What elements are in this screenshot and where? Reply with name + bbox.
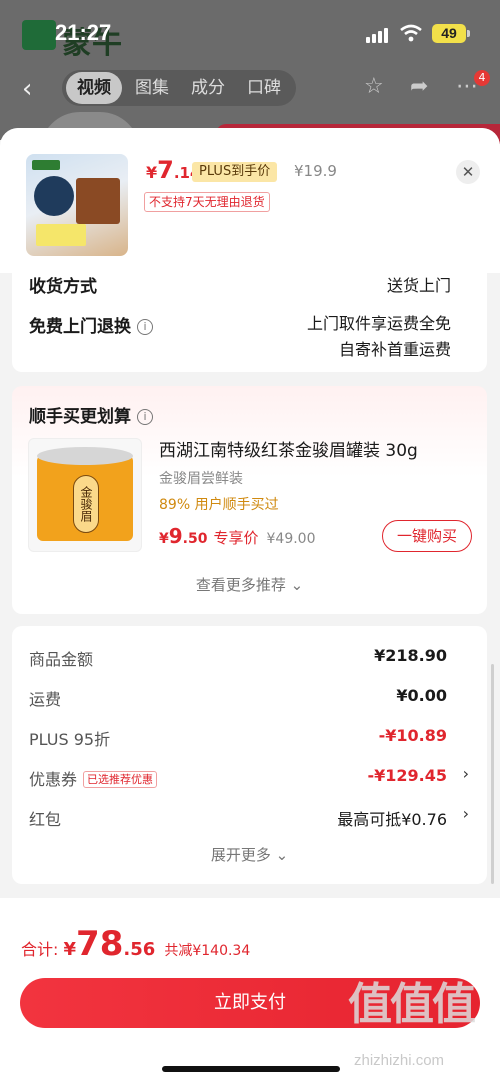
close-icon[interactable]: ✕ (456, 160, 480, 184)
tea-product-image[interactable]: 金骏眉 (28, 438, 142, 552)
recommend-title: 顺手买更划算 i (29, 402, 153, 427)
plus-price-tag: PLUS到手价 (192, 162, 278, 182)
total-saved: 共减¥140.34 (164, 943, 251, 959)
wifi-icon (400, 24, 422, 42)
tab-bar: 视频 图集 成分 口碑 (62, 70, 296, 106)
recommend-product-name[interactable]: 西湖江南特级红茶金骏眉罐装 30g (159, 436, 418, 461)
summary-value-redpacket[interactable]: 最高可抵¥0.76 (337, 806, 447, 830)
recommend-card: 顺手买更划算 i 金骏眉 西湖江南特级红茶金骏眉罐装 30g 金骏眉尝鲜装 89%… (12, 386, 487, 614)
summary-label-redpacket[interactable]: 红包 (29, 806, 61, 830)
summary-label-shipping: 运费 (29, 690, 62, 709)
favorite-star-icon[interactable]: ☆ (364, 74, 384, 99)
share-icon[interactable]: ➦ (410, 74, 428, 99)
delivery-method-label: 收货方式 (29, 277, 97, 297)
free-return-line1: 上门取件享运费全免 (306, 314, 451, 333)
summary-value-goods: ¥218.90 (374, 646, 447, 665)
original-price: ¥19.9 (294, 162, 337, 180)
return-policy-badge: 不支持7天无理由退货 (144, 192, 270, 212)
recommend-bought-rate: 89% 用户顺手买过 (159, 497, 279, 513)
free-return-label: 免费上门退换 i (29, 312, 153, 337)
summary-label-coupon[interactable]: 优惠券 已选推荐优惠 (29, 766, 158, 790)
battery-indicator: 49 (432, 24, 470, 43)
checkout-footer: 合计: ¥78.56 共减¥140.34 立即支付 值值值 zhizhizhi.… (0, 898, 500, 1082)
summary-label-plus: PLUS 95折 (29, 730, 111, 749)
chevron-down-icon: ⌄ (270, 846, 289, 864)
tab-video[interactable]: 视频 (66, 72, 122, 104)
tea-can-label: 金骏眉 (73, 475, 99, 533)
back-arrow-icon[interactable]: ‹ (22, 74, 32, 104)
home-indicator[interactable] (162, 1066, 340, 1072)
tab-reviews[interactable]: 口碑 (236, 72, 292, 104)
signal-icon (366, 27, 388, 43)
message-count-badge: 4 (474, 70, 490, 86)
scrollbar[interactable] (491, 664, 494, 884)
order-summary-card: 商品金额 ¥218.90 运费 ¥0.00 PLUS 95折 -¥10.89 优… (12, 626, 487, 884)
coupon-tag: 已选推荐优惠 (83, 771, 158, 788)
summary-value-shipping: ¥0.00 (396, 686, 447, 705)
recommend-price: ¥9.50 专享价 ¥49.00 (159, 524, 316, 548)
summary-label-goods: 商品金额 (29, 650, 94, 669)
chevron-right-icon[interactable]: › (463, 764, 469, 783)
summary-value-plus: -¥10.89 (378, 726, 447, 745)
expand-more-link[interactable]: 展开更多 ⌄ (12, 844, 487, 865)
chevron-right-icon[interactable]: › (463, 804, 469, 823)
more-recommend-link[interactable]: 查看更多推荐 ⌄ (12, 574, 487, 595)
sheet-product-header: ¥7.14 PLUS到手价 ¥19.9 不支持7天无理由退货 ✕ (0, 128, 500, 273)
summary-value-coupon[interactable]: -¥129.45 (367, 766, 447, 785)
free-return-line2: 自寄补首重运费 (338, 340, 451, 359)
top-nav: ‹ 视频 图集 成分 口碑 ☆ ➦ ⋯ (0, 68, 500, 108)
checkout-sheet: 收货方式 送货上门 免费上门退换 i 上门取件享运费全免 自寄补首重运费 顺手买更… (0, 128, 500, 1082)
info-icon[interactable]: i (137, 409, 153, 425)
status-bar: 蒙牛 21:27 49 (0, 0, 500, 61)
delivery-method-value: 送货上门 (386, 276, 451, 295)
info-icon[interactable]: i (137, 319, 153, 335)
chevron-down-icon: ⌄ (285, 576, 304, 594)
status-time: 21:27 (55, 20, 112, 45)
watermark-logo: 值值值 zhizhizhi.com (348, 979, 476, 1069)
one-click-buy-button[interactable]: 一键购买 (382, 520, 472, 552)
recommend-product-sub: 金骏眉尝鲜装 (159, 471, 243, 487)
tab-gallery[interactable]: 图集 (124, 72, 180, 104)
tab-ingredients[interactable]: 成分 (180, 72, 236, 104)
total-amount: 合计: ¥78.56 共减¥140.34 (21, 924, 251, 964)
product-thumbnail[interactable] (26, 154, 128, 256)
